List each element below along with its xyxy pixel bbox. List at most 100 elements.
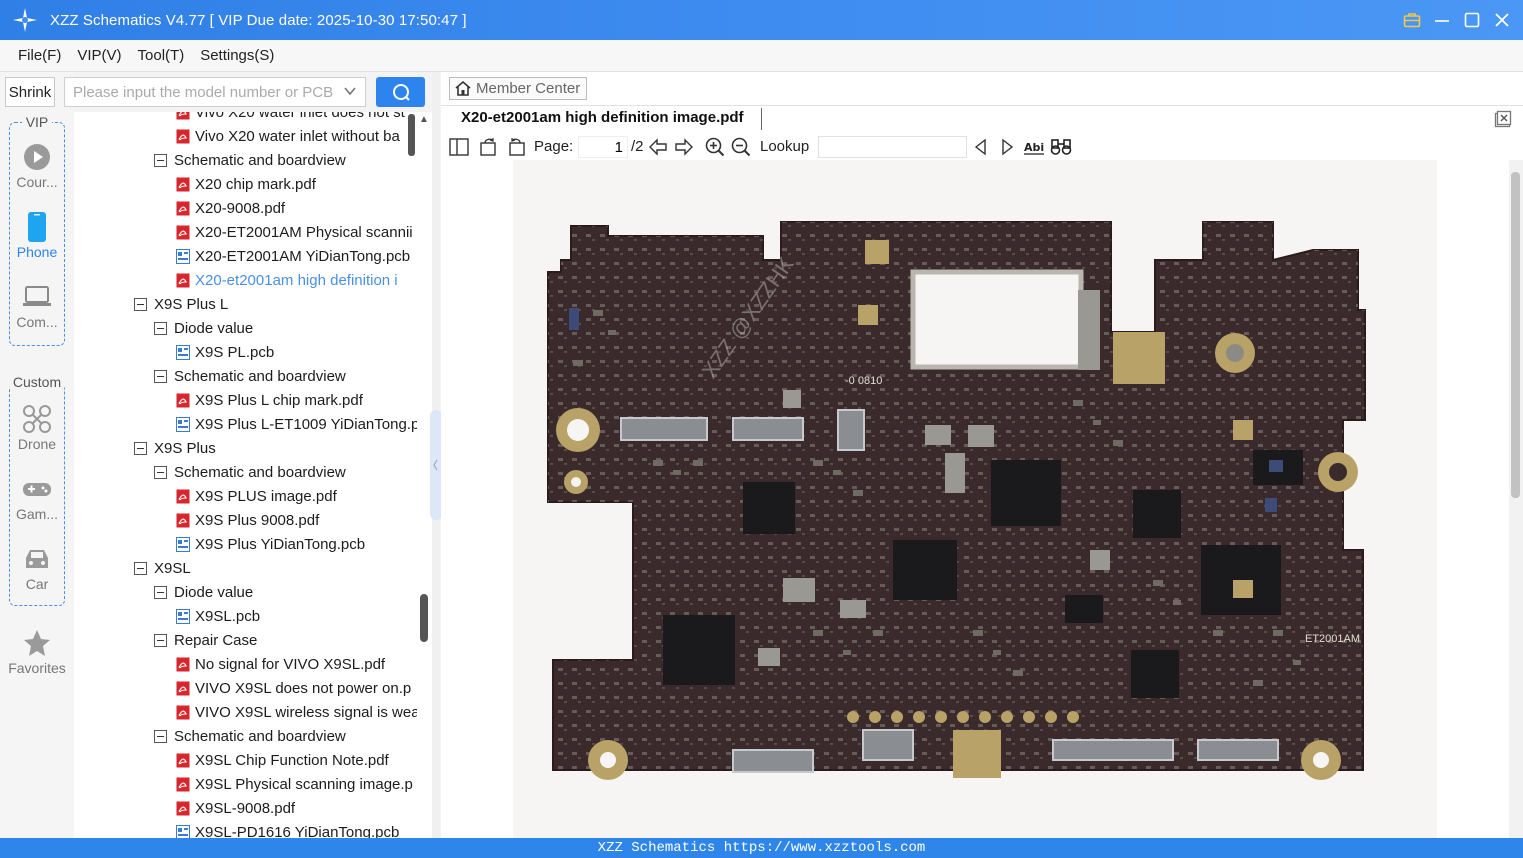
window-title: XZZ Schematics V4.77 [ VIP Due date: 202… bbox=[50, 11, 467, 29]
collapse-icon[interactable] bbox=[154, 633, 167, 647]
page-number-input[interactable] bbox=[578, 136, 628, 158]
tree-file[interactable]: X9SL-PD1616 YiDianTong.pcb bbox=[176, 820, 399, 838]
tree-file[interactable]: X20 chip mark.pdf bbox=[176, 172, 316, 196]
scroll-up-icon[interactable]: ▲ bbox=[419, 114, 429, 125]
search-icon bbox=[392, 84, 410, 101]
tree-label: X9S Plus 9008.pdf bbox=[195, 511, 320, 529]
tree-folder[interactable]: X9SL bbox=[134, 556, 191, 580]
minimize-button[interactable] bbox=[1433, 11, 1451, 29]
tree-file[interactable]: X9SL Chip Function Note.pdf bbox=[176, 748, 389, 772]
rail-item-phone[interactable]: Phone bbox=[0, 210, 74, 260]
lookup-input[interactable] bbox=[818, 136, 967, 158]
tree-file[interactable]: X9S Plus YiDianTong.pcb bbox=[176, 532, 365, 556]
page-label: Page: bbox=[534, 138, 574, 155]
match-case-icon[interactable]: Abi bbox=[1024, 137, 1044, 157]
tree-label: X9S Plus YiDianTong.pcb bbox=[195, 535, 366, 553]
rail-item-courses[interactable]: Cour... bbox=[0, 140, 74, 190]
tree-file[interactable]: X9SL Physical scanning image.p bbox=[176, 772, 413, 796]
tree-file[interactable]: X9S Plus L chip mark.pdf bbox=[176, 388, 363, 412]
tab-document[interactable]: X20-et2001am high definition image.pdf bbox=[461, 109, 744, 126]
doc-scroll-thumb[interactable] bbox=[1511, 172, 1520, 498]
tree-file[interactable]: X9SL.pcb bbox=[176, 604, 260, 628]
close-tab-icon[interactable] bbox=[1494, 110, 1512, 132]
rail-item-computer[interactable]: Com... bbox=[0, 280, 74, 330]
tree-file[interactable]: X9S PL.pcb bbox=[176, 340, 274, 364]
pdf-file-icon bbox=[176, 801, 190, 816]
tree-file[interactable]: X9SL-9008.pdf bbox=[176, 796, 295, 820]
tree-scrollbar[interactable] bbox=[417, 112, 429, 838]
briefcase-icon[interactable] bbox=[1403, 11, 1421, 29]
zoom-out-icon[interactable] bbox=[731, 137, 751, 157]
menu-settings[interactable]: Settings(S) bbox=[192, 47, 282, 64]
menu-tool[interactable]: Tool(T) bbox=[130, 47, 193, 64]
tree-folder[interactable]: Diode value bbox=[154, 316, 253, 340]
tree-scroll-thumb[interactable] bbox=[420, 594, 428, 642]
maximize-button[interactable] bbox=[1463, 11, 1481, 29]
tree-folder[interactable]: Schematic and boardview bbox=[154, 460, 346, 484]
menu-file[interactable]: File(F) bbox=[10, 47, 69, 64]
tree-file[interactable]: Vivo X20 water inlet without ba bbox=[176, 124, 400, 148]
tree-label: Diode value bbox=[174, 583, 254, 601]
tree-label: X9SL-PD1616 YiDianTong.pcb bbox=[195, 823, 400, 839]
prev-page-icon[interactable] bbox=[648, 137, 668, 157]
tree-file[interactable]: X9S Plus 9008.pdf bbox=[176, 508, 319, 532]
collapse-icon[interactable] bbox=[134, 561, 147, 575]
zoom-in-icon[interactable] bbox=[705, 137, 725, 157]
pdf-file-icon bbox=[176, 201, 190, 216]
close-button[interactable] bbox=[1493, 11, 1511, 29]
tree-folder[interactable]: Repair Case bbox=[154, 628, 257, 652]
shrink-button[interactable]: Shrink bbox=[5, 77, 55, 107]
rotate-left-icon[interactable] bbox=[479, 137, 499, 157]
find-prev-icon[interactable] bbox=[973, 137, 989, 157]
rail-item-drone[interactable]: Drone bbox=[0, 402, 74, 452]
binoculars-icon[interactable] bbox=[1050, 137, 1072, 157]
rail-item-game[interactable]: Gam... bbox=[0, 472, 74, 522]
collapse-icon[interactable] bbox=[154, 369, 167, 383]
tree-folder[interactable]: Diode value bbox=[154, 580, 253, 604]
tree-file[interactable]: X20-ET2001AM Physical scannii bbox=[176, 220, 413, 244]
tree-file[interactable]: X20-et2001am high definition i bbox=[176, 268, 398, 292]
tree-label: Diode value bbox=[174, 319, 254, 337]
tree-file[interactable]: X9S Plus L-ET1009 YiDianTong.p bbox=[176, 412, 419, 436]
chevron-down-icon[interactable] bbox=[343, 84, 357, 102]
search-button[interactable] bbox=[376, 77, 425, 107]
collapse-icon[interactable] bbox=[154, 729, 167, 743]
rail-item-favorites[interactable]: Favorites bbox=[0, 626, 74, 676]
menu-vip[interactable]: VIP(V) bbox=[69, 47, 129, 64]
sidebar-toggle-icon[interactable] bbox=[449, 137, 469, 157]
collapse-icon[interactable] bbox=[154, 465, 167, 479]
tree-label: X20-9008.pdf bbox=[195, 199, 286, 217]
tree-folder[interactable]: Schematic and boardview bbox=[154, 364, 346, 388]
tree-folder[interactable]: Schematic and boardview bbox=[154, 724, 346, 748]
tree-file[interactable]: VIVO X9SL does not power on.p bbox=[176, 676, 411, 700]
pdf-file-icon bbox=[176, 657, 190, 672]
tree-file[interactable]: Vivo X20 water inlet does not st bbox=[176, 112, 405, 124]
collapse-icon[interactable] bbox=[154, 321, 167, 335]
find-next-icon[interactable] bbox=[999, 137, 1015, 157]
tree-folder[interactable]: X9S Plus L bbox=[134, 292, 228, 316]
tree-folder[interactable]: X9S Plus bbox=[134, 436, 216, 460]
tree-label: Schematic and boardview bbox=[174, 463, 346, 481]
tree-hscroll-thumb[interactable] bbox=[408, 114, 415, 156]
tree-label: X20-et2001am high definition i bbox=[195, 271, 398, 289]
tree-label: X9S Plus L chip mark.pdf bbox=[195, 391, 363, 409]
tree-label: Vivo X20 water inlet without ba bbox=[195, 127, 400, 145]
tree-file[interactable]: X20-ET2001AM YiDianTong.pcb bbox=[176, 244, 410, 268]
tree-file[interactable]: No signal for VIVO X9SL.pdf bbox=[176, 652, 385, 676]
pdf-file-icon bbox=[176, 129, 190, 144]
collapse-icon[interactable] bbox=[134, 297, 147, 311]
tree-file[interactable]: VIVO X9SL wireless signal is wea bbox=[176, 700, 420, 724]
gamepad-icon bbox=[23, 483, 51, 496]
rail-item-car[interactable]: Car bbox=[0, 542, 74, 592]
tree-file[interactable]: X20-9008.pdf bbox=[176, 196, 285, 220]
search-input[interactable] bbox=[65, 78, 335, 106]
collapse-icon[interactable] bbox=[154, 585, 167, 599]
member-center-button[interactable]: Member Center bbox=[449, 77, 587, 100]
tree-file[interactable]: X9S PLUS image.pdf bbox=[176, 484, 337, 508]
collapse-icon[interactable] bbox=[134, 441, 147, 455]
pdf-file-icon bbox=[176, 112, 190, 120]
next-page-icon[interactable] bbox=[674, 137, 694, 157]
tree-folder[interactable]: Schematic and boardview bbox=[154, 148, 346, 172]
collapse-icon[interactable] bbox=[154, 153, 167, 167]
rotate-right-icon[interactable] bbox=[506, 137, 526, 157]
